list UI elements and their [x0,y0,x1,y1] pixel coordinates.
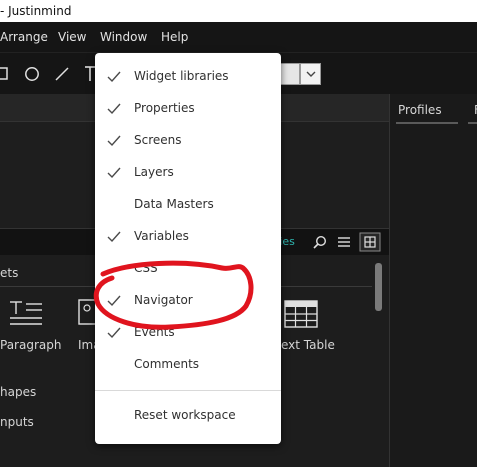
search-icon[interactable] [313,235,327,249]
title-bar: - Justinmind [0,0,477,22]
tab-underline [396,122,458,124]
tab-underline-2 [468,122,477,124]
line-icon[interactable] [54,66,70,82]
circle-icon[interactable] [24,66,40,82]
menu-item-reset-workspace[interactable]: Reset workspace [95,400,281,432]
paragraph-icon[interactable] [8,298,44,328]
checkmark-icon [107,103,121,115]
list-view-icon[interactable] [338,236,350,248]
menu-item-properties[interactable]: Properties [95,93,281,125]
menu-bar: Arrange View Window Help [0,22,477,52]
menu-item-navigator[interactable]: Navigator [95,285,281,317]
rectangle-icon[interactable] [0,67,9,81]
table-icon[interactable] [284,300,318,328]
menu-window[interactable]: Window [100,30,147,44]
section-label: ets [0,266,19,280]
menu-item-variables[interactable]: Variables [95,221,281,253]
checkmark-icon [107,295,121,307]
category-shapes[interactable]: hapes [0,385,36,399]
menu-view[interactable]: View [58,30,86,44]
checkmark-icon [107,167,121,179]
window-title: - Justinmind [0,4,72,18]
checkmark-icon [107,327,121,339]
menu-item-events[interactable]: Events [95,317,281,349]
menu-item-data-masters[interactable]: Data Masters [95,189,281,221]
grid-view-icon[interactable] [359,232,381,252]
widget-table-label: ext Table [281,338,335,352]
menu-help[interactable]: Help [161,30,188,44]
checkmark-icon [107,231,121,243]
right-panel: Profiles F [389,94,477,467]
window-menu-dropdown: Widget libraries Properties Screens Laye… [95,53,281,444]
image-icon[interactable] [78,298,96,328]
menu-item-widget-libraries[interactable]: Widget libraries [95,61,281,93]
menu-separator [95,390,281,391]
library-scrollbar[interactable] [375,263,382,311]
category-inputs[interactable]: nputs [0,415,34,429]
checkmark-icon [107,71,121,83]
menu-arrange[interactable]: Arrange [0,30,48,44]
tab-profiles[interactable]: Profiles [398,103,442,117]
menu-item-comments[interactable]: Comments [95,349,281,381]
widget-paragraph-label: Paragraph [0,338,62,352]
menu-item-layers[interactable]: Layers [95,157,281,189]
checkmark-icon [107,135,121,147]
menu-item-css[interactable]: CSS [95,253,281,285]
chevron-down-icon [306,71,316,77]
combo-dropdown-button[interactable] [300,63,321,85]
menu-item-screens[interactable]: Screens [95,125,281,157]
